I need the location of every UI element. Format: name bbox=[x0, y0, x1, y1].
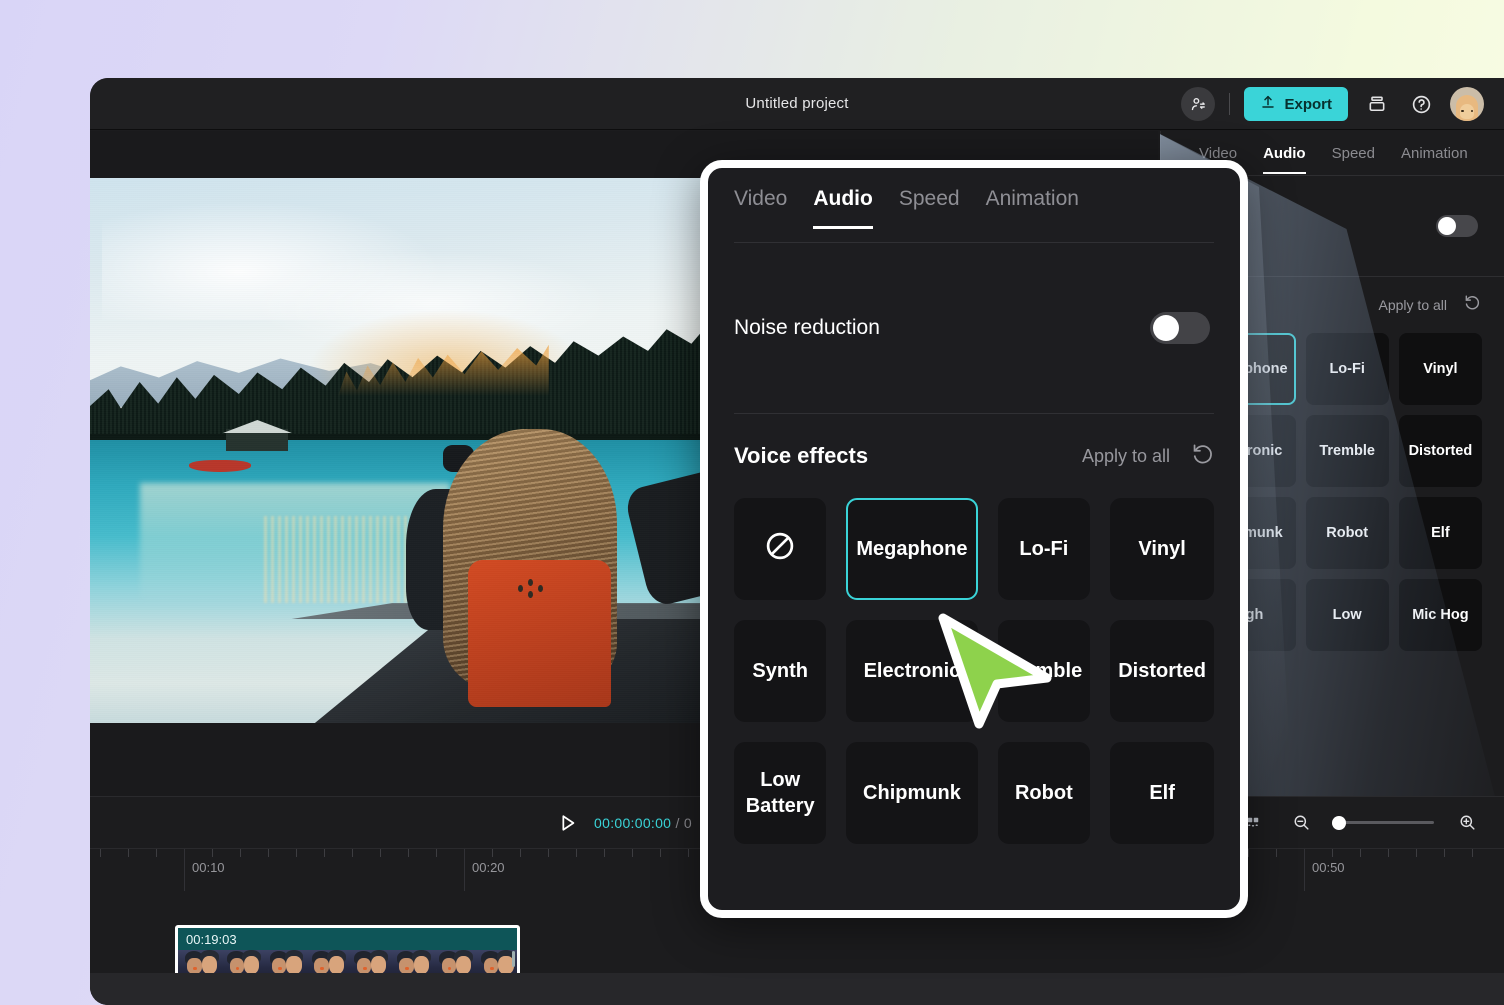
effect-robot[interactable]: Robot bbox=[997, 742, 1091, 844]
effect-label: Distorted bbox=[1118, 660, 1206, 682]
help-circle-icon[interactable] bbox=[1406, 89, 1436, 119]
inspector-voice-effects-actions: Apply to all bbox=[1379, 293, 1482, 317]
effect-label: Chipmunk bbox=[863, 782, 961, 804]
ruler-label-3: 00:50 bbox=[1312, 860, 1345, 875]
noise-reduction-toggle[interactable] bbox=[1150, 312, 1210, 344]
effect-vinyl[interactable]: Vinyl bbox=[1110, 498, 1214, 600]
layers-icon[interactable] bbox=[1362, 89, 1392, 119]
inspector-effect-distorted[interactable]: Distorted bbox=[1398, 415, 1482, 487]
effect-distorted[interactable]: Distorted bbox=[1110, 620, 1214, 722]
effect-label: Low bbox=[1332, 606, 1362, 623]
clip-duration-label: 00:19:03 bbox=[178, 928, 517, 950]
modal-tab-speed[interactable]: Speed bbox=[899, 187, 960, 211]
inspector-apply-to-all[interactable]: Apply to all bbox=[1379, 297, 1447, 313]
effect-label: Vinyl bbox=[1423, 360, 1458, 377]
clip-trim-handle[interactable] bbox=[512, 951, 515, 967]
effect-label: Megaphone bbox=[856, 538, 968, 560]
effect-label: Lo-Fi bbox=[1329, 360, 1365, 377]
voice-effects-actions: Apply to all bbox=[1082, 441, 1216, 472]
effect-label: Synth bbox=[752, 660, 808, 682]
effect-synth[interactable]: Synth bbox=[734, 620, 827, 722]
video-preview[interactable] bbox=[90, 178, 710, 723]
export-button[interactable]: Export bbox=[1244, 87, 1348, 121]
voice-effects-grid: Megaphone Lo-Fi Vinyl Synth Electronic T… bbox=[708, 498, 1240, 844]
reset-icon[interactable] bbox=[1190, 441, 1216, 472]
title-bar-actions: Export bbox=[1181, 78, 1484, 130]
play-icon[interactable] bbox=[556, 812, 578, 834]
effect-label: Elf bbox=[1149, 782, 1175, 804]
total-time: 0 bbox=[683, 814, 692, 831]
effect-label: Tremble bbox=[1005, 660, 1083, 682]
inspector-effect-vinyl[interactable]: Vinyl bbox=[1398, 333, 1482, 405]
add-collaborator-icon[interactable] bbox=[1181, 87, 1216, 121]
effect-label: Robot bbox=[1326, 524, 1369, 541]
modal-tab-audio[interactable]: Audio bbox=[813, 187, 874, 229]
export-button-label: Export bbox=[1284, 95, 1332, 113]
effect-elf[interactable]: Elf bbox=[1110, 742, 1214, 844]
effect-electronic[interactable]: Electronic bbox=[846, 620, 978, 722]
reset-icon[interactable] bbox=[1463, 293, 1482, 317]
noise-reduction-toggle[interactable] bbox=[1436, 215, 1478, 237]
avatar-eyes bbox=[1461, 109, 1473, 112]
effect-label: Tremble bbox=[1319, 442, 1375, 459]
effect-none[interactable] bbox=[734, 498, 827, 600]
current-time: 00:00:00:00 bbox=[594, 814, 672, 831]
effect-label: Distorted bbox=[1408, 442, 1473, 459]
inspector-effect-lo-fi[interactable]: Lo-Fi bbox=[1305, 333, 1389, 405]
effect-tremble[interactable]: Tremble bbox=[997, 620, 1091, 722]
inspector-effect-tremble[interactable]: Tremble bbox=[1305, 415, 1389, 487]
zoom-out-icon[interactable] bbox=[1286, 808, 1316, 838]
title-bar: Untitled project Export bbox=[90, 78, 1504, 130]
effect-low-battery[interactable]: Low Battery bbox=[734, 742, 827, 844]
zoom-slider[interactable] bbox=[1332, 815, 1434, 830]
time-separator: / bbox=[675, 814, 680, 831]
inspector-effect-low[interactable]: Low bbox=[1305, 579, 1389, 651]
effect-chipmunk[interactable]: Chipmunk bbox=[846, 742, 978, 844]
effect-megaphone[interactable]: Megaphone bbox=[846, 498, 978, 600]
voice-effects-title: Voice effects bbox=[734, 443, 869, 468]
ruler-label-2: 00:20 bbox=[472, 860, 505, 875]
transport-right-controls bbox=[1238, 808, 1482, 838]
effect-label: Robot bbox=[1014, 782, 1073, 804]
time-display: 00:00:00:00 / 0 bbox=[594, 815, 692, 831]
zoom-slider-thumb[interactable] bbox=[1332, 815, 1346, 830]
effect-label: Mic Hog bbox=[1412, 606, 1469, 623]
tab-animation[interactable]: Animation bbox=[1401, 145, 1468, 162]
zoom-in-icon[interactable] bbox=[1452, 808, 1482, 838]
effect-label: Elf bbox=[1431, 524, 1450, 541]
effect-label: Lo-Fi bbox=[1019, 538, 1069, 560]
inspector-effect-mic-hog[interactable]: Mic Hog bbox=[1398, 579, 1482, 651]
apply-to-all-button[interactable]: Apply to all bbox=[1082, 446, 1170, 467]
noise-reduction-row: Noise reduction bbox=[708, 243, 1240, 413]
inspector-effect-robot[interactable]: Robot bbox=[1305, 497, 1389, 569]
effect-label: Low Battery bbox=[745, 769, 815, 817]
photo-grain bbox=[90, 178, 710, 723]
modal-tab-animation[interactable]: Animation bbox=[986, 187, 1079, 211]
divider bbox=[1229, 93, 1231, 115]
no-effect-icon bbox=[763, 529, 797, 570]
timeline-bottom-strip bbox=[90, 973, 1504, 1005]
avatar[interactable] bbox=[1450, 87, 1484, 121]
audio-settings-modal: Video Audio Speed Animation Noise reduct… bbox=[700, 160, 1248, 918]
tab-audio[interactable]: Audio bbox=[1263, 145, 1306, 174]
upload-icon bbox=[1260, 94, 1276, 114]
tab-speed[interactable]: Speed bbox=[1332, 145, 1375, 162]
inspector-effect-elf[interactable]: Elf bbox=[1398, 497, 1482, 569]
voice-effects-header: Voice effects Apply to all bbox=[708, 414, 1240, 498]
effect-label: Electronic bbox=[863, 660, 961, 682]
noise-reduction-label: Noise reduction bbox=[734, 316, 880, 340]
modal-tab-video[interactable]: Video bbox=[734, 187, 787, 211]
tab-video[interactable]: Video bbox=[1199, 145, 1237, 162]
modal-tabs: Video Audio Speed Animation bbox=[708, 168, 1240, 230]
effect-lo-fi[interactable]: Lo-Fi bbox=[997, 498, 1091, 600]
ruler-label-1: 00:10 bbox=[192, 860, 225, 875]
effect-label: Vinyl bbox=[1138, 538, 1186, 560]
